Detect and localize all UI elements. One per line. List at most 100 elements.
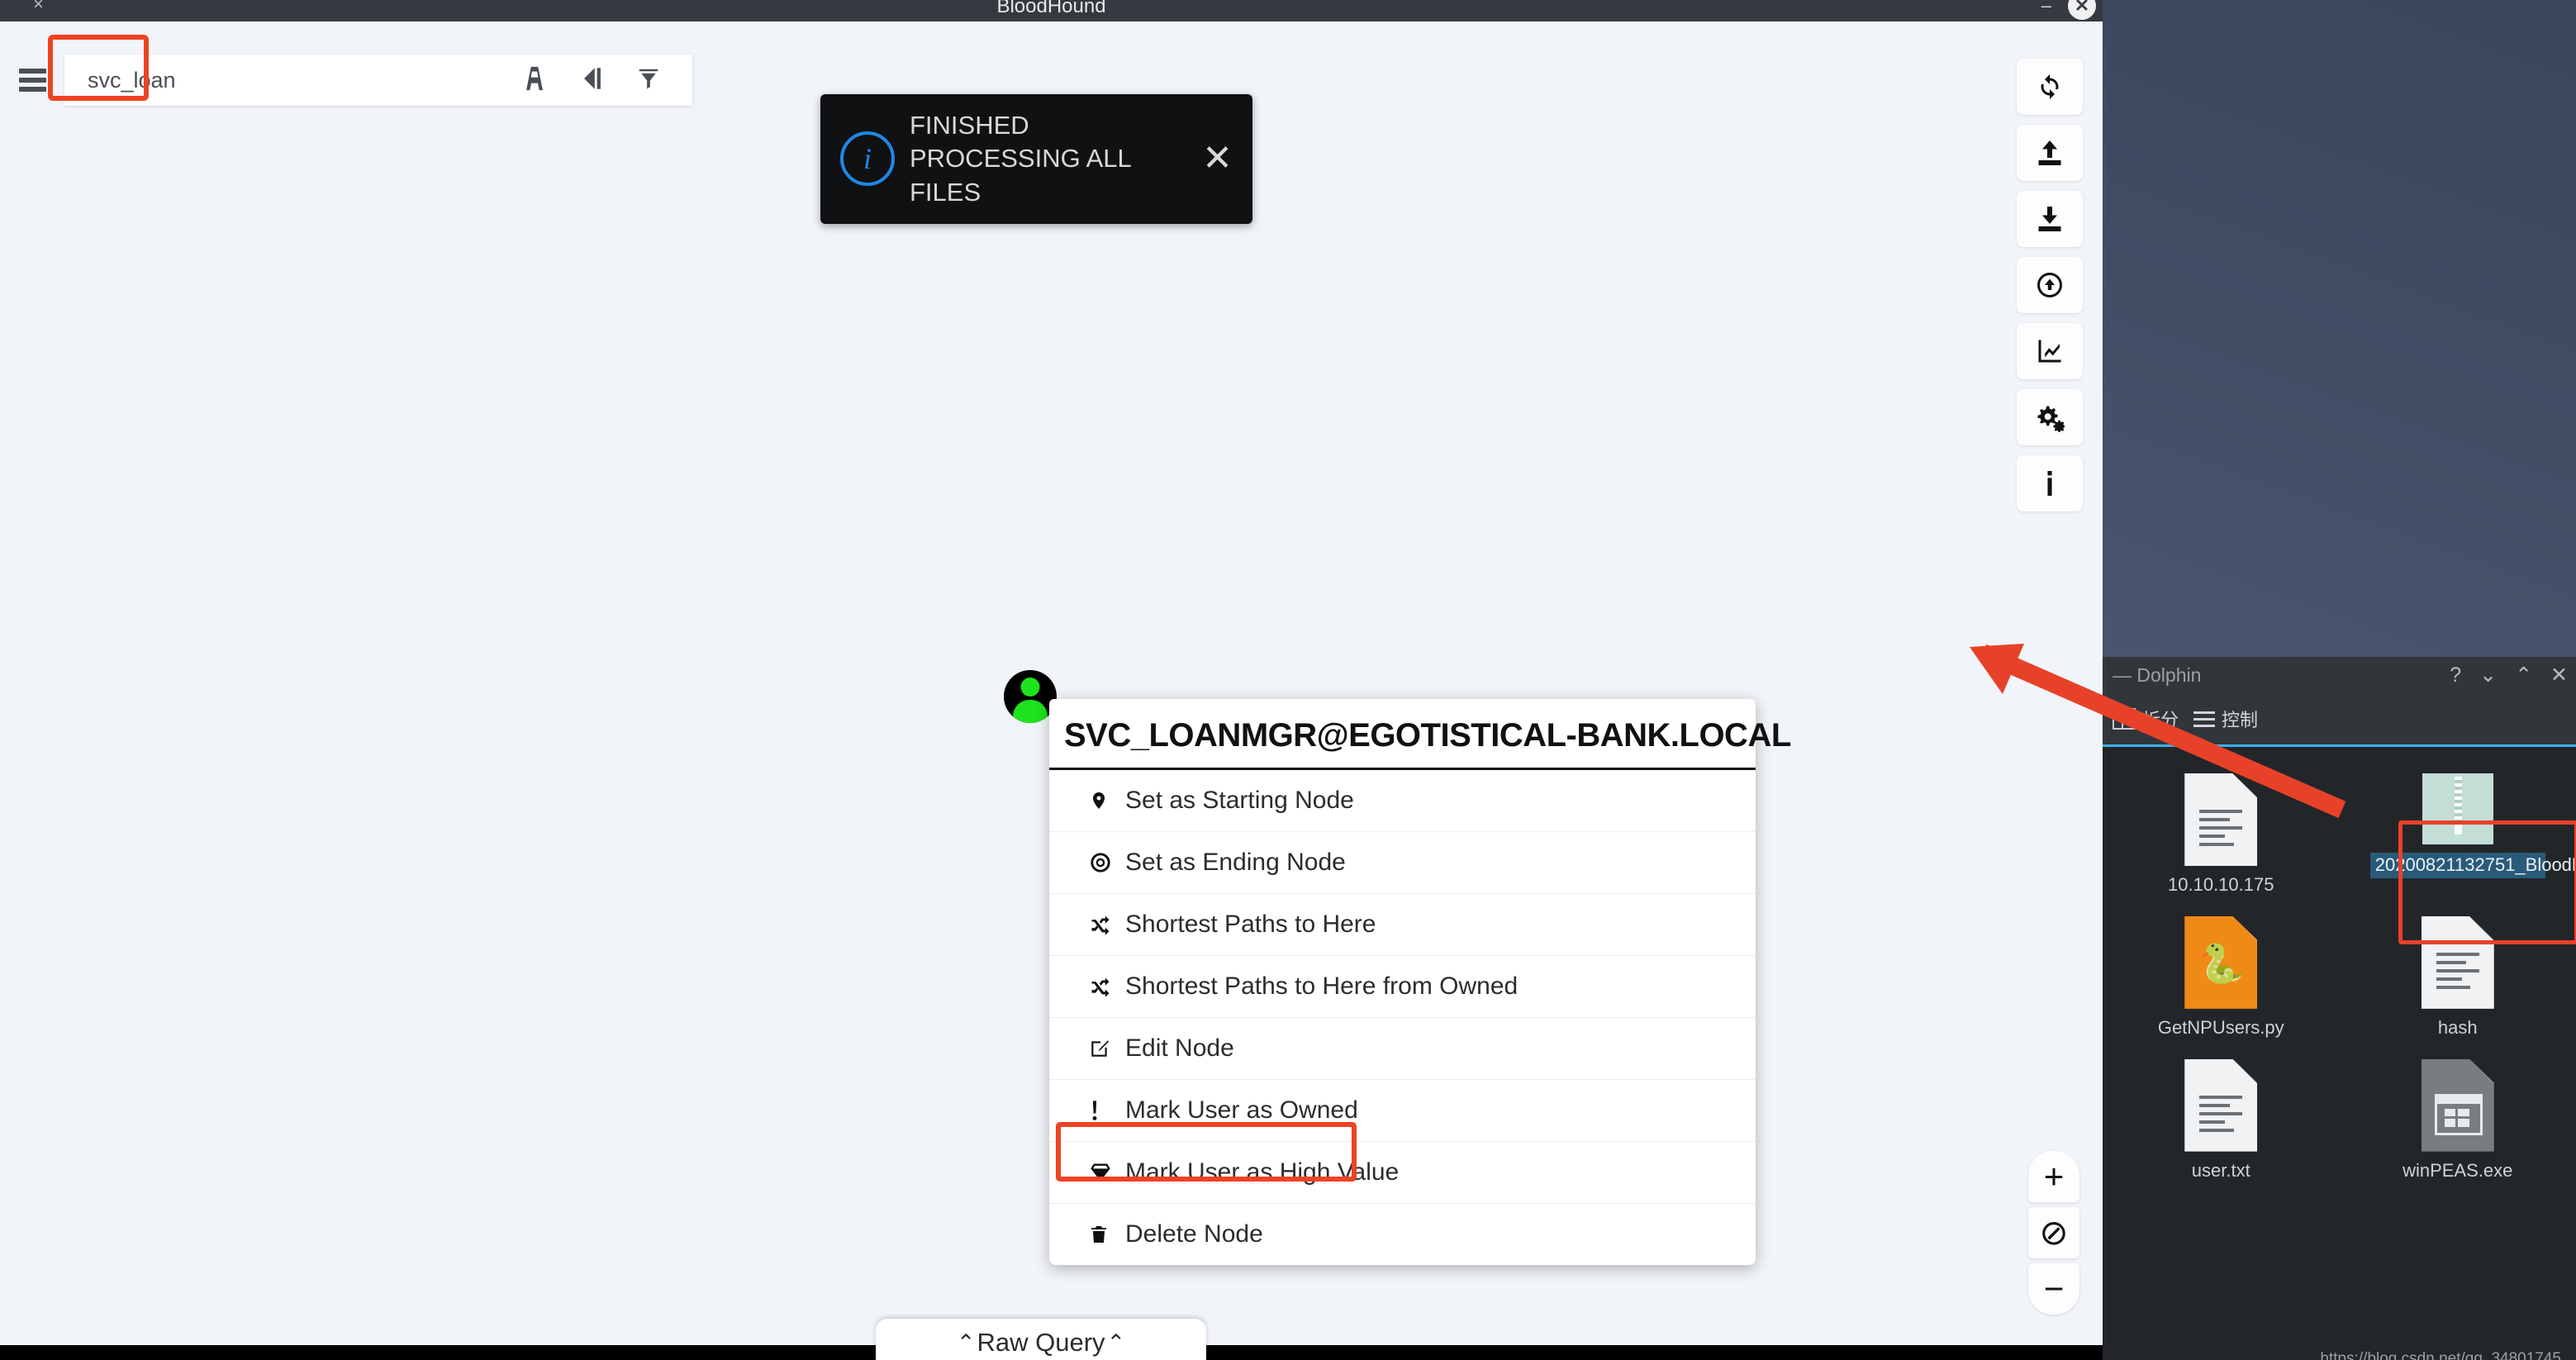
search-action-icons[interactable] xyxy=(520,64,692,97)
file-item-text[interactable]: 10.10.10.175 xyxy=(2103,762,2340,896)
chevron-up-icon-right: ⌃ xyxy=(1106,1329,1126,1355)
menu-item-label: Edit Node xyxy=(1125,1034,1234,1062)
notification-message: FINISHED PROCESSING ALL FILES xyxy=(910,111,1131,207)
menu-item-label: Shortest Paths to Here xyxy=(1125,911,1376,938)
about-button[interactable] xyxy=(2017,455,2083,511)
file-grid: 10.10.10.175 20200821132751_BloodHound.z… xyxy=(2103,762,2576,1182)
menu-item-label: Set as Starting Node xyxy=(1125,787,1354,814)
bloodhound-window-buttons[interactable]: ‒ ✕ xyxy=(2041,0,2096,20)
help-button[interactable]: ? xyxy=(2450,664,2461,686)
split-view-button[interactable]: 拆分 xyxy=(2113,705,2179,732)
search-box[interactable] xyxy=(64,55,692,106)
zoom-out-button[interactable]: − xyxy=(2028,1263,2079,1315)
filter-icon[interactable] xyxy=(636,64,661,97)
refresh-icon xyxy=(2041,74,2059,99)
change-log-button[interactable] xyxy=(2017,257,2083,313)
raw-query-label: Raw Query xyxy=(977,1328,1105,1357)
notification-toast[interactable]: i FINISHED PROCESSING ALL FILES ✕ xyxy=(820,94,1252,224)
zoom-in-button[interactable]: + xyxy=(2028,1151,2079,1202)
node-context-menu[interactable]: SVC_LOANMGR@EGOTISTICAL-BANK.LOCAL Set a… xyxy=(1049,699,1791,1265)
chart-icon xyxy=(2038,340,2061,363)
context-menu-header: SVC_LOANMGR@EGOTISTICAL-BANK.LOCAL xyxy=(1049,699,1791,770)
dolphin-window-buttons[interactable]: ? ⌄ ⌃ ✕ xyxy=(2450,664,2568,686)
control-menu-button[interactable]: 控制 xyxy=(2193,706,2258,732)
zoom-controls[interactable]: + ⊘ − xyxy=(2028,1151,2079,1315)
download-button[interactable] xyxy=(2017,191,2083,247)
bloodhound-action-rail[interactable] xyxy=(2017,59,2083,511)
menu-item-set-starting-node[interactable]: Set as Starting Node xyxy=(1049,770,1756,832)
file-item-zip[interactable]: 20200821132751_BloodHound.zip xyxy=(2340,762,2576,896)
menu-item-label: Shortest Paths to Here from Owned xyxy=(1125,972,1519,1000)
gem-icon xyxy=(1089,1161,1122,1184)
file-item-usertxt[interactable]: user.txt xyxy=(2103,1048,2340,1182)
bloodhound-titlebar[interactable]: × BloodHound ‒ ✕ xyxy=(0,0,2103,21)
chevron-up-icon-left: ⌃ xyxy=(956,1329,976,1355)
download-icon xyxy=(2038,207,2061,231)
close-icon[interactable]: ✕ xyxy=(1202,140,1233,177)
zoom-reset-button[interactable]: ⊘ xyxy=(2028,1207,2079,1258)
dolphin-window-title: — Dolphin xyxy=(2113,663,2202,686)
edit-pencil-icon xyxy=(1089,1038,1122,1059)
close-button[interactable]: ✕ xyxy=(2550,664,2568,686)
shuffle-icon xyxy=(1089,913,1122,936)
menu-item-shortest-paths-to-here[interactable]: Shortest Paths to Here xyxy=(1049,894,1756,956)
settings-button[interactable] xyxy=(2017,389,2083,445)
exclamation-icon xyxy=(1089,1099,1122,1122)
minimize-button[interactable]: ‒ xyxy=(2041,0,2051,17)
file-label: 20200821132751_BloodHound.zip xyxy=(2369,853,2576,878)
search-bar[interactable] xyxy=(0,55,692,106)
menu-item-label: Set as Ending Node xyxy=(1125,849,1346,876)
file-label: GetNPUsers.py xyxy=(2157,1016,2284,1038)
search-input[interactable] xyxy=(64,66,453,94)
upload-icon xyxy=(2038,140,2061,165)
raw-query-toggle[interactable]: ⌃ Raw Query ⌃ xyxy=(876,1319,1206,1360)
dolphin-toolbar[interactable]: 拆分 控制 xyxy=(2103,693,2576,744)
shuffle-icon xyxy=(1089,975,1122,998)
text-file-icon xyxy=(2184,1058,2258,1152)
maximize-button[interactable]: ⌃ xyxy=(2515,664,2532,686)
directions-icon[interactable] xyxy=(578,64,606,97)
menu-item-label: Mark User as High Value xyxy=(1125,1158,1400,1186)
file-label: 10.10.10.175 xyxy=(2168,874,2274,895)
file-label: hash xyxy=(2437,1016,2478,1038)
close-button[interactable]: ✕ xyxy=(2068,0,2096,20)
hamburger-icon xyxy=(18,64,46,96)
menu-item-set-ending-node[interactable]: Set as Ending Node xyxy=(1049,832,1756,894)
trash-icon xyxy=(1089,1223,1122,1246)
main-menu-button[interactable] xyxy=(0,55,64,106)
upload-button[interactable] xyxy=(2017,125,2083,181)
map-pin-icon xyxy=(1089,789,1122,812)
info-icon: i xyxy=(840,131,895,187)
dolphin-file-area[interactable]: 10.10.10.175 20200821132751_BloodHound.z… xyxy=(2103,747,2576,1360)
file-item-python[interactable]: 🐍 GetNPUsers.py xyxy=(2103,905,2340,1039)
menu-item-delete-node[interactable]: Delete Node xyxy=(1049,1204,1756,1265)
menu-item-label: Delete Node xyxy=(1125,1220,1263,1248)
change-log-icon xyxy=(2037,273,2062,297)
zip-file-icon xyxy=(2422,773,2493,844)
file-item-hash[interactable]: hash xyxy=(2340,905,2576,1039)
database-info-button[interactable] xyxy=(2017,323,2083,379)
bloodhound-window-title: BloodHound xyxy=(996,0,1106,17)
menu-item-shortest-paths-from-owned[interactable]: Shortest Paths to Here from Owned xyxy=(1049,956,1756,1018)
info-icon xyxy=(2047,471,2052,496)
file-item-exe[interactable]: winPEAS.exe xyxy=(2340,1048,2576,1182)
dolphin-titlebar[interactable]: — Dolphin ? ⌄ ⌃ ✕ xyxy=(2103,657,2576,693)
menu-item-label: Mark User as Owned xyxy=(1125,1096,1358,1124)
text-file-icon xyxy=(2421,915,2494,1009)
bloodhound-window[interactable]: × BloodHound ‒ ✕ svc_loan i FINISHED PRO… xyxy=(0,0,2103,1360)
menu-item-edit-node[interactable]: Edit Node xyxy=(1049,1018,1756,1080)
tab-close-icon[interactable]: × xyxy=(33,0,44,15)
pathfinding-icon[interactable] xyxy=(520,64,549,97)
bullseye-icon xyxy=(1089,851,1122,874)
menu-item-mark-user-as-high-value[interactable]: Mark User as High Value xyxy=(1049,1142,1756,1204)
split-view-label: 拆分 xyxy=(2142,710,2179,730)
text-file-icon xyxy=(2184,773,2258,866)
minimize-button[interactable]: ⌄ xyxy=(2479,664,2497,686)
split-view-icon xyxy=(2113,705,2136,730)
menu-item-mark-user-as-owned[interactable]: Mark User as Owned xyxy=(1049,1080,1756,1142)
refresh-button[interactable] xyxy=(2017,59,2083,115)
exe-file-icon xyxy=(2421,1058,2494,1152)
control-menu-label: 控制 xyxy=(2222,710,2259,730)
dolphin-file-manager-window[interactable]: — Dolphin ? ⌄ ⌃ ✕ 拆分 控制 10.10.10.175 xyxy=(2103,657,2576,1360)
graph-canvas[interactable]: i FINISHED PROCESSING ALL FILES ✕ SVC_LO… xyxy=(0,21,2103,1360)
